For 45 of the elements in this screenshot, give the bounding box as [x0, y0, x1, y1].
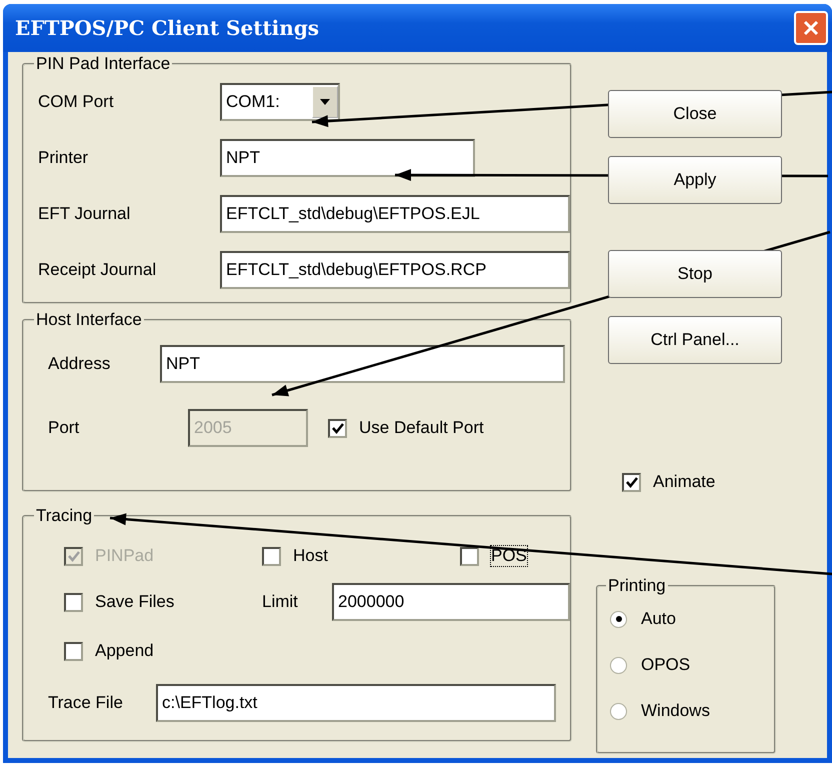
checkbox-label: Animate — [653, 472, 716, 492]
dialog-button[interactable]: Close — [608, 90, 782, 138]
field-label: Printer — [38, 148, 90, 168]
checkbox-label: Host — [293, 546, 328, 566]
checkbox[interactable] — [262, 546, 281, 566]
radio-label: Windows — [641, 701, 710, 721]
window-title: EFTPOS/PC Client Settings — [15, 16, 320, 40]
input-field[interactable]: 2000000 — [332, 583, 570, 621]
group-title: Host Interface — [35, 310, 143, 330]
checkbox[interactable] — [64, 592, 83, 612]
dialog-button[interactable]: Stop — [608, 250, 782, 298]
field-label: Trace File — [48, 693, 124, 713]
checkbox[interactable] — [328, 418, 347, 438]
group-title: Printing — [607, 576, 667, 596]
field-label: COM Port — [38, 92, 115, 112]
input-field[interactable]: NPT — [220, 139, 475, 177]
radio-button[interactable] — [610, 610, 627, 628]
checkbox[interactable] — [622, 472, 641, 492]
com-port-dropdown[interactable]: COM1: — [220, 83, 340, 121]
close-button[interactable] — [794, 11, 828, 45]
radio-button[interactable] — [610, 702, 627, 720]
dropdown-value: COM1: — [226, 92, 280, 112]
dialog-button[interactable]: Apply — [608, 156, 782, 204]
input-field[interactable]: NPT — [160, 345, 565, 383]
input-field[interactable]: EFTCLT_std\debug\EFTPOS.EJL — [220, 195, 570, 233]
group-title: PIN Pad Interface — [35, 54, 172, 74]
checkbox-label: Use Default Port — [359, 418, 484, 438]
radio-label: Auto — [641, 609, 676, 629]
dialog-button[interactable]: Ctrl Panel... — [608, 316, 782, 364]
field-label: Port — [47, 418, 80, 438]
field-label: EFT Journal — [38, 204, 132, 224]
checkbox[interactable] — [64, 642, 83, 660]
radio-label: OPOS — [641, 655, 690, 675]
checkbox-label: PINPad — [95, 546, 154, 566]
radio-button[interactable] — [610, 656, 627, 674]
close-icon — [802, 19, 820, 37]
input-field[interactable]: c:\EFTlog.txt — [156, 684, 556, 722]
field-label: Address — [47, 354, 112, 374]
field-label: Receipt Journal — [38, 260, 158, 280]
checkbox[interactable] — [460, 546, 479, 566]
checkbox-label: Append — [95, 641, 154, 661]
field-label: Limit — [262, 592, 299, 612]
group-title: Tracing — [35, 506, 94, 526]
input-field[interactable]: EFTCLT_std\debug\EFTPOS.RCP — [220, 251, 570, 289]
checkbox-label: Save Files — [95, 592, 174, 612]
